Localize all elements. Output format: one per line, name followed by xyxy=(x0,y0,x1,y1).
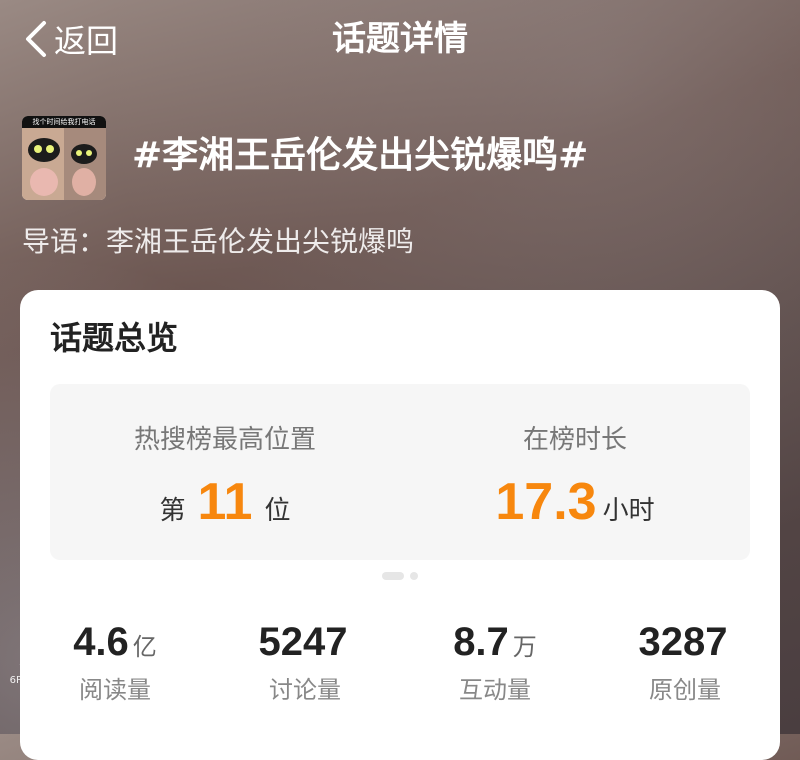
metric-interactions: 8.7 万 互动量 xyxy=(400,620,590,708)
watermark: 留园社区 6PARK.COM xyxy=(4,660,74,688)
hot-rank-suffix: 位 xyxy=(264,496,291,526)
metric-value: 5247 xyxy=(258,620,348,664)
topic-intro: 导语：李湘王岳伦发出尖锐爆鸣 xyxy=(22,225,415,258)
overview-title: 话题总览 xyxy=(50,319,179,357)
pager-dot[interactable] xyxy=(410,572,418,580)
hot-rank-label: 热搜榜最高位置 xyxy=(133,425,316,455)
metric-value: 4.6 xyxy=(73,620,129,664)
duration-label: 在榜时长 xyxy=(522,425,627,455)
watermark-line2: 6PARK.COM xyxy=(9,675,69,686)
metric-label: 互动量 xyxy=(459,676,531,704)
page-title: 话题详情 xyxy=(332,19,468,59)
stat-carousel[interactable]: 热搜榜最高位置 第 11 位 在榜时长 17.3 小时 xyxy=(50,384,750,560)
metric-originals: 3287 原创量 xyxy=(590,620,780,708)
duration-value: 17.3 xyxy=(495,473,597,531)
metric-value: 3287 xyxy=(638,620,728,664)
pager-dot-active[interactable] xyxy=(382,572,404,580)
nav-bar: 返回 话题详情 xyxy=(0,0,800,80)
metric-value: 8.7 xyxy=(453,620,509,664)
thumbnail-image xyxy=(22,116,106,200)
hot-rank-value: 11 xyxy=(197,473,253,531)
carousel-pager xyxy=(382,572,418,580)
metric-unit: 亿 xyxy=(132,633,157,661)
metric-discussions: 5247 讨论量 xyxy=(210,620,400,708)
duration-unit: 小时 xyxy=(602,496,655,526)
metric-label: 原创量 xyxy=(649,676,721,704)
watermark-line1: 留园社区 xyxy=(19,661,59,672)
metrics-row: 4.6 亿 阅读量 5247 讨论量 8.7 万 互动量 3287 原创量 xyxy=(20,620,780,710)
metric-label: 讨论量 xyxy=(269,676,341,704)
topic-title: #李湘王岳伦发出尖锐爆鸣# xyxy=(132,135,589,176)
thumbnail-caption: 找个时间给我打电话 xyxy=(22,116,106,128)
overview-card: 话题总览 热搜榜最高位置 第 11 位 在榜时长 17.3 小时 4.6 亿 阅… xyxy=(20,290,780,760)
hot-rank-prefix: 第 xyxy=(159,496,186,526)
duration-stat: 在榜时长 17.3 小时 xyxy=(400,384,750,560)
metric-unit: 万 xyxy=(512,633,537,661)
topic-thumbnail: 找个时间给我打电话 xyxy=(22,116,106,200)
hot-rank-stat: 热搜榜最高位置 第 11 位 xyxy=(50,384,400,560)
